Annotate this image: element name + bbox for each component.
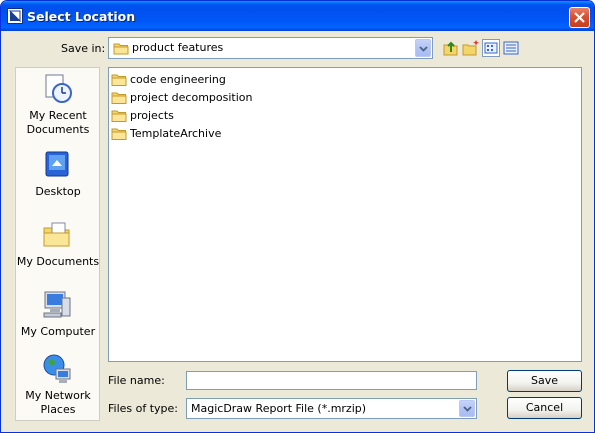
desktop-icon [45,151,69,177]
network-places-icon [43,354,71,383]
folder-name: projects [130,109,174,122]
place-label: My Documents [16,255,100,268]
window-title: Select Location [27,9,136,24]
title-bar[interactable]: Select Location [1,1,594,31]
folder-up-icon [443,41,458,56]
place-desktop[interactable]: Desktop [16,148,100,203]
save-button[interactable]: Save [507,370,582,392]
folder-name: code engineering [130,73,226,86]
place-my-network-places[interactable]: My Network Places [16,352,100,418]
list-view-button[interactable] [482,39,500,57]
close-icon [574,12,585,23]
place-my-documents[interactable]: My Documents [16,218,100,273]
close-button[interactable] [569,7,590,28]
list-view-icon [484,42,498,54]
up-one-level-button[interactable] [442,39,460,57]
cancel-button[interactable]: Cancel [507,397,582,419]
folder-icon [111,92,127,104]
recent-documents-icon [45,74,72,103]
folder-icon [111,128,127,140]
file-type-dropdown-button[interactable] [459,400,475,417]
my-documents-icon [43,222,70,247]
place-my-recent-documents[interactable]: My Recent Documents [16,72,100,138]
new-folder-icon [462,40,479,56]
place-label: Desktop [35,185,81,198]
create-new-folder-button[interactable] [462,39,480,57]
app-icon [7,8,23,24]
save-in-dropdown[interactable]: product features [108,37,433,59]
details-view-button[interactable] [502,39,520,57]
place-label: My Recent Documents [26,109,90,136]
save-in-value: product features [132,41,224,54]
places-bar: My Recent Documents Desktop My Documents [15,67,100,421]
place-label: My Network Places [25,389,91,416]
folder-icon [111,74,127,86]
file-name-label: File name: [108,374,165,387]
place-label: My Computer [20,325,96,338]
my-computer-icon [43,291,71,318]
folder-icon [111,110,127,122]
details-view-icon [503,41,519,55]
file-type-label: Files of type: [108,402,179,415]
save-in-dropdown-button[interactable] [415,39,431,57]
save-in-label: Save in: [61,42,106,55]
folder-name: TemplateArchive [130,127,222,140]
file-type-dropdown[interactable]: MagicDraw Report File (*.mrzip) [186,398,477,419]
folder-name: project decomposition [130,91,253,104]
place-my-computer[interactable]: My Computer [16,288,100,343]
file-list[interactable]: code engineering project decomposition p… [108,67,582,362]
file-type-value: MagicDraw Report File (*.mrzip) [191,402,367,415]
chevron-down-icon [463,406,472,412]
chevron-down-icon [419,46,428,52]
select-location-dialog: Select Location Save in: product feature… [0,0,595,433]
folder-icon [113,43,129,55]
file-name-input[interactable] [186,371,477,390]
